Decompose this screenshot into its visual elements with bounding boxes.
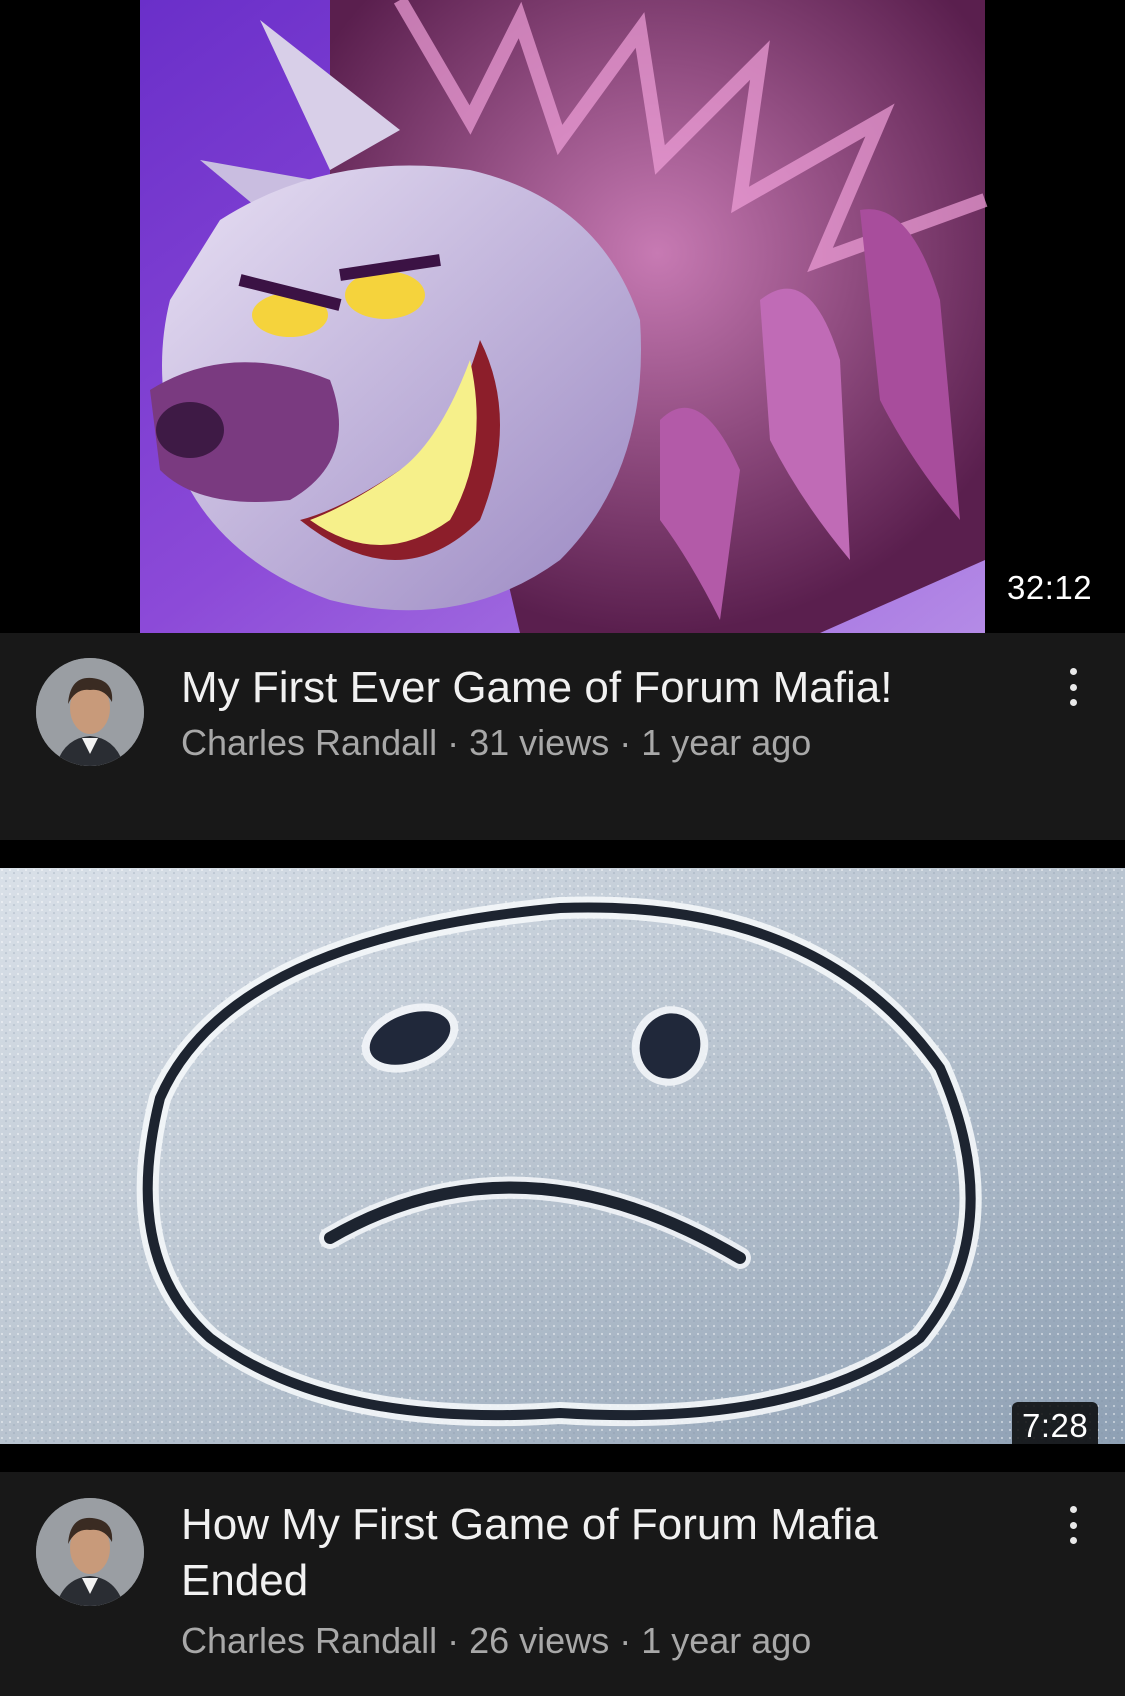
wolf-monster-image: [0, 0, 1125, 633]
menu-dot: [1069, 668, 1077, 675]
video-title[interactable]: My First Ever Game of Forum Mafia!: [181, 660, 961, 716]
channel-name[interactable]: Charles Randall: [181, 722, 437, 763]
menu-dot: [1069, 683, 1077, 691]
channel-avatar[interactable]: [36, 1498, 144, 1606]
meta-separator: ·: [609, 722, 642, 763]
upload-age: 1 year ago: [641, 1620, 812, 1661]
avatar-person-icon: [36, 1498, 144, 1606]
sad-face-snow-image: [0, 868, 1125, 1444]
video-card[interactable]: 7:28 How My First Game of Forum Mafia En…: [0, 868, 1125, 1696]
view-count: 26 views: [469, 1620, 610, 1661]
video-info: My First Ever Game of Forum Mafia! Charl…: [0, 633, 1125, 840]
upload-age: 1 year ago: [641, 722, 812, 763]
view-count: 31 views: [469, 722, 610, 763]
avatar-person-icon: [36, 658, 144, 766]
meta-separator: ·: [437, 722, 470, 763]
video-title[interactable]: How My First Game of Forum Mafia Ended: [181, 1497, 941, 1609]
video-thumbnail[interactable]: 7:28: [0, 868, 1125, 1444]
more-options-icon[interactable]: [1058, 1506, 1088, 1544]
meta-separator: ·: [609, 1620, 642, 1661]
more-options-icon[interactable]: [1058, 668, 1088, 706]
video-info: How My First Game of Forum Mafia Ended C…: [0, 1472, 1125, 1696]
menu-dot: [1069, 1537, 1077, 1544]
menu-dot: [1069, 699, 1077, 706]
menu-dot: [1069, 1521, 1077, 1529]
channel-avatar[interactable]: [36, 658, 144, 766]
channel-name[interactable]: Charles Randall: [181, 1620, 437, 1661]
video-duration: 7:28: [1012, 1402, 1099, 1444]
meta-separator: ·: [437, 1620, 470, 1661]
video-meta: Charles Randall · 26 views · 1 year ago: [181, 1619, 811, 1663]
video-duration: 32:12: [1007, 569, 1093, 606]
video-meta: Charles Randall · 31 views · 1 year ago: [181, 721, 811, 765]
video-thumbnail[interactable]: 32:12: [0, 0, 1125, 633]
video-card[interactable]: 32:12 My First Ever Game of Forum Mafia!…: [0, 0, 1125, 840]
menu-dot: [1069, 1506, 1077, 1513]
